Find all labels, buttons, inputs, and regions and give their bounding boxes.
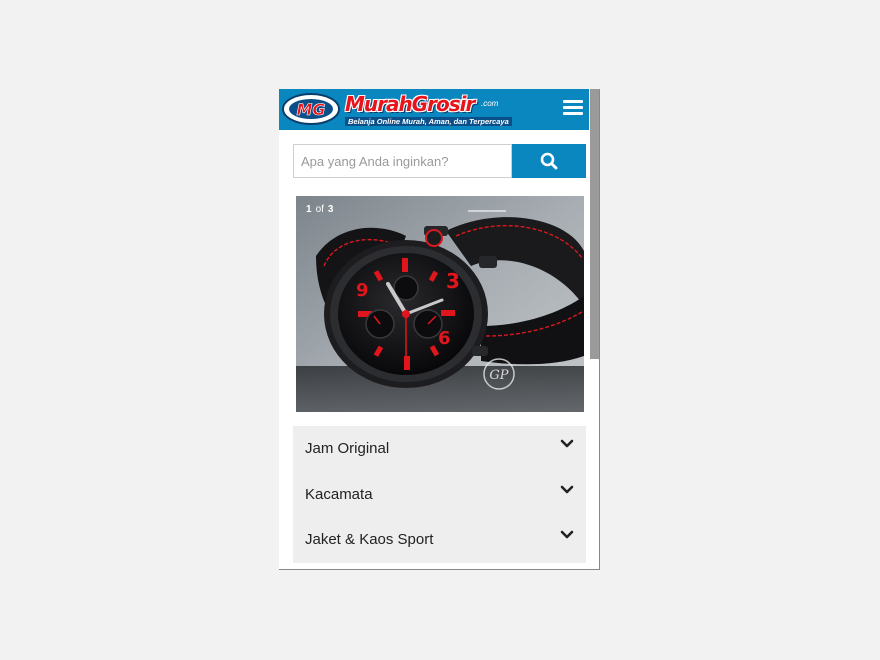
slide-progress-bar <box>468 210 506 212</box>
category-label: Jaket & Kaos Sport <box>305 531 434 548</box>
category-label: Jam Original <box>305 440 390 457</box>
category-item[interactable]: Kacamata <box>293 472 586 518</box>
category-item[interactable]: Jam Original <box>293 426 586 472</box>
hamburger-icon-bar <box>563 100 583 103</box>
scrollbar-thumb[interactable] <box>590 89 599 359</box>
logo-badge-icon: MG <box>282 93 340 125</box>
hamburger-menu-button[interactable] <box>561 98 585 120</box>
product-slider[interactable]: 1 of 3 3 9 6 GP <box>296 196 584 412</box>
search-button[interactable] <box>512 144 586 178</box>
slide-counter: 1 of 3 <box>306 204 333 215</box>
search-bar <box>293 144 586 178</box>
category-label: Kacamata <box>305 485 373 503</box>
svg-text:9: 9 <box>356 280 369 301</box>
chevron-down-icon <box>560 530 574 539</box>
site-logo[interactable]: MG MurahGrosir .com Belanja Online Murah… <box>281 91 512 127</box>
logo-domain-suffix: .com <box>481 99 499 108</box>
svg-text:GP: GP <box>489 368 508 383</box>
chevron-down-icon <box>560 485 574 493</box>
page-scrollbar[interactable] <box>589 89 599 569</box>
category-item[interactable]: Jaket & Kaos Sport <box>293 517 586 563</box>
slide-current: 1 <box>306 204 312 215</box>
hamburger-icon-bar <box>563 106 583 109</box>
slide-of-label: of <box>315 204 324 215</box>
slide-total: 3 <box>327 204 334 215</box>
svg-text:3: 3 <box>446 269 460 293</box>
mobile-viewport: MG MurahGrosir .com Belanja Online Murah… <box>279 89 600 570</box>
logo-name: MurahGrosir <box>345 92 475 116</box>
logo-tagline: Belanja Online Murah, Aman, dan Terperca… <box>345 117 512 126</box>
hamburger-icon-bar <box>563 112 583 115</box>
search-icon <box>540 152 558 170</box>
search-input[interactable] <box>293 144 512 178</box>
category-accordion: Jam Original Kacamata Jaket & Kaos Sport <box>293 426 586 563</box>
svg-text:MG: MG <box>296 100 325 119</box>
slide-image-watch: 3 9 6 GP <box>296 196 584 412</box>
chevron-down-icon <box>560 439 574 448</box>
site-header: MG MurahGrosir .com Belanja Online Murah… <box>279 89 589 130</box>
